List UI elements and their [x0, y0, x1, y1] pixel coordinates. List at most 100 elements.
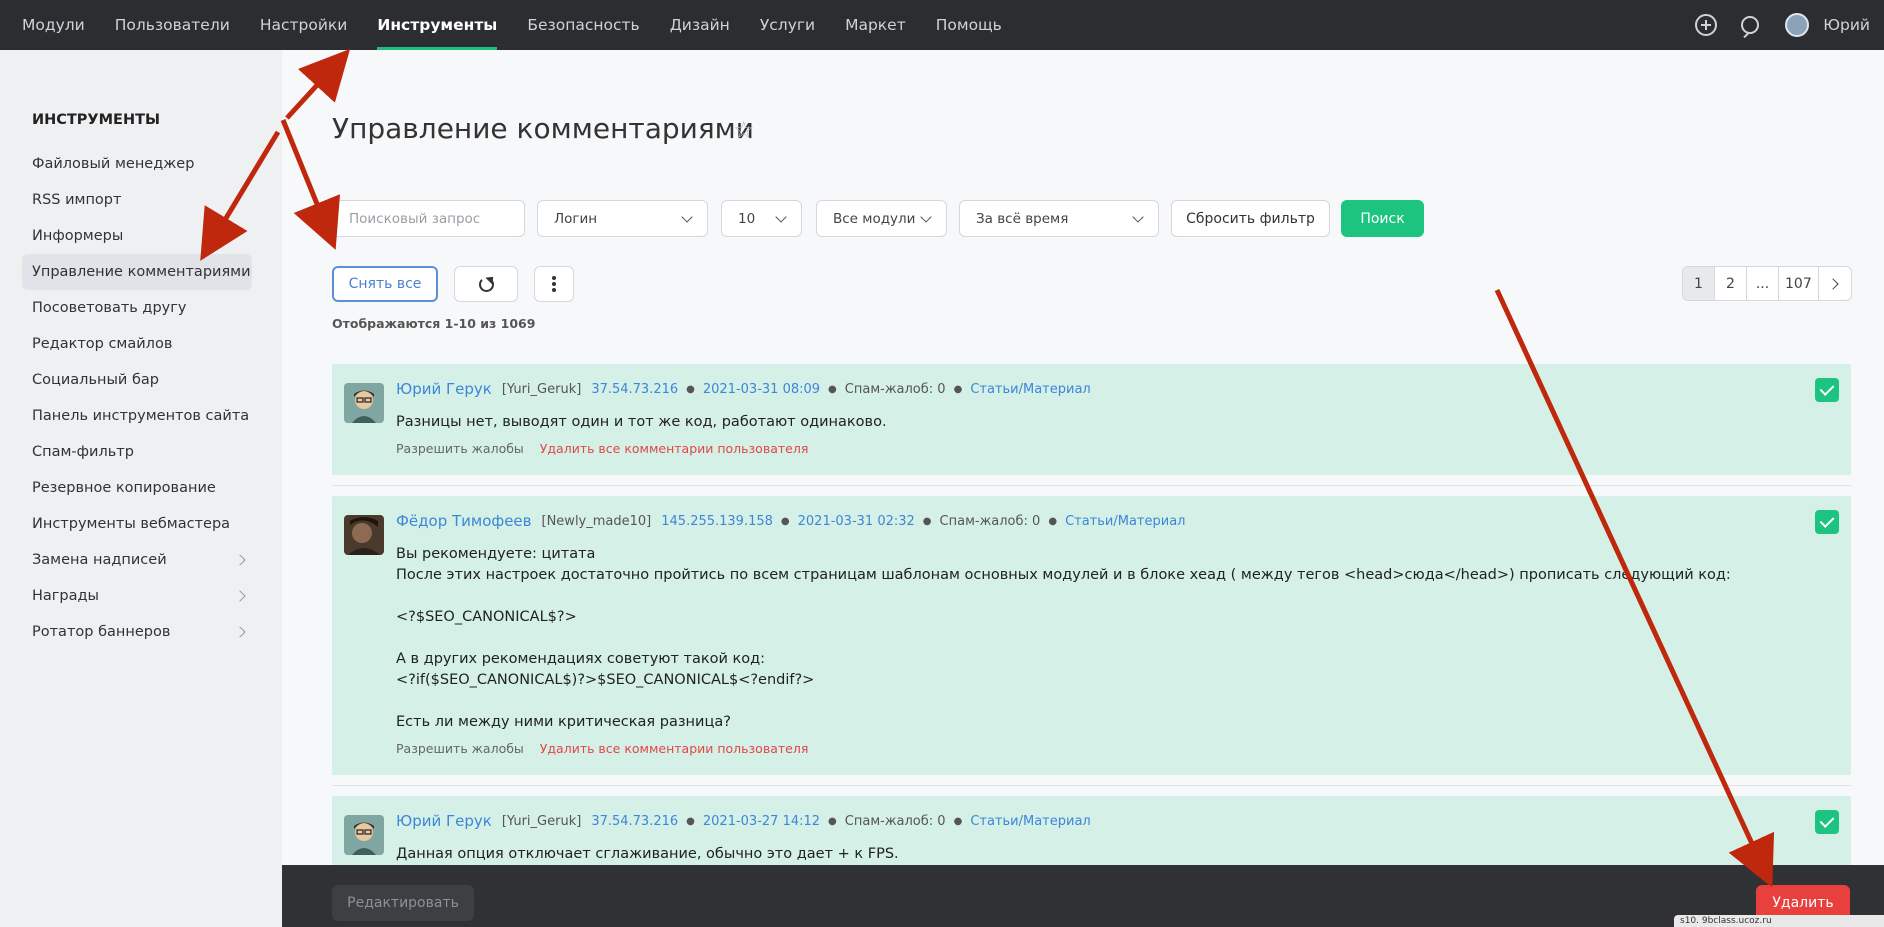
chevron-right-icon — [234, 626, 246, 638]
author-login: [Newly_made10] — [541, 513, 652, 529]
unselect-all-button[interactable]: Снять все — [332, 266, 438, 302]
period-select[interactable]: За всё время — [959, 200, 1159, 237]
author-login: [Yuri_Geruk] — [501, 381, 582, 397]
sidebar-item-file-manager[interactable]: Файловый менеджер — [22, 146, 252, 182]
comment-checkbox[interactable] — [1815, 378, 1839, 402]
refresh-button[interactable] — [454, 266, 518, 302]
chevron-right-icon — [234, 554, 246, 566]
topnav-item-services[interactable]: Услуги — [760, 0, 815, 50]
comment-checkbox[interactable] — [1815, 810, 1839, 834]
page-link[interactable]: 2 — [1715, 267, 1747, 300]
results-count: Отображаются 1-10 из 1069 — [332, 316, 536, 331]
author-name-link[interactable]: Юрий Герук — [396, 380, 492, 398]
author-name-link[interactable]: Юрий Герук — [396, 812, 492, 830]
category-link[interactable]: Статьи/Материал — [970, 382, 1090, 397]
sidebar-item-label: Инструменты вебмастера — [32, 516, 231, 532]
datetime-link[interactable]: 2021-03-31 08:09 — [703, 382, 820, 397]
category-link[interactable]: Статьи/Материал — [1065, 514, 1185, 529]
sidebar-item-smiles-editor[interactable]: Редактор смайлов — [22, 326, 252, 362]
top-nav-menu: Модули Пользователи Настройки Инструмент… — [0, 0, 1032, 50]
ip-link[interactable]: 145.255.139.158 — [661, 514, 773, 529]
search-input[interactable]: Поисковый запрос — [332, 200, 525, 237]
separator-dot-icon: ● — [1048, 515, 1058, 527]
pagination: 1 2 ... 107 — [1682, 266, 1852, 301]
next-page-button[interactable] — [1819, 267, 1851, 300]
topbar-actions: Юрий — [1695, 0, 1884, 50]
page-ellipsis: ... — [1747, 267, 1779, 300]
login-select[interactable]: Логин — [537, 200, 708, 237]
more-vertical-icon — [552, 276, 556, 292]
star-icon[interactable]: ☆ — [733, 116, 755, 144]
more-actions-button[interactable] — [534, 266, 574, 302]
sidebar-item-label: Награды — [32, 588, 99, 604]
sidebar-item-rss-import[interactable]: RSS импорт — [22, 182, 252, 218]
topnav-item-security[interactable]: Безопасность — [527, 0, 639, 50]
allow-complaints-link[interactable]: Разрешить жалобы — [396, 441, 524, 456]
modules-select[interactable]: Все модули — [816, 200, 947, 237]
delete-all-user-comments-link[interactable]: Удалить все комментарии пользователя — [540, 741, 809, 756]
spam-count: Спам-жалоб: 0 — [844, 381, 946, 397]
user-name[interactable]: Юрий — [1823, 16, 1870, 34]
sidebar-item-label: Социальный бар — [32, 372, 159, 388]
topnav-item-settings[interactable]: Настройки — [260, 0, 348, 50]
modules-select-value: Все модули — [833, 210, 916, 227]
comment-text: Данная опция отключает сглаживание, обыч… — [396, 846, 899, 862]
sidebar-item-awards[interactable]: Награды — [22, 578, 252, 614]
ip-link[interactable]: 37.54.73.216 — [591, 382, 678, 397]
separator-dot-icon: ● — [953, 383, 963, 395]
author-login: [Yuri_Geruk] — [501, 813, 582, 829]
topnav-item-tools[interactable]: Инструменты — [377, 0, 497, 50]
spam-count: Спам-жалоб: 0 — [939, 513, 1041, 529]
sidebar-item-backup[interactable]: Резервное копирование — [22, 470, 252, 506]
chevron-down-icon — [775, 211, 787, 223]
bottom-action-bar: Редактировать Удалить s10. 9bclass.ucoz.… — [282, 865, 1884, 927]
comment-checkbox[interactable] — [1815, 510, 1839, 534]
page-title: Управление комментариями — [332, 112, 754, 145]
author-avatar[interactable] — [344, 515, 384, 555]
separator-dot-icon: ● — [686, 383, 695, 395]
search-icon[interactable] — [1741, 16, 1760, 34]
category-link[interactable]: Статьи/Материал — [970, 814, 1090, 829]
sidebar-item-comments-management[interactable]: Управление комментариями — [22, 254, 252, 290]
author-avatar[interactable] — [344, 383, 384, 423]
sidebar-item-label: Панель инструментов сайта — [32, 408, 250, 424]
topnav-item-design[interactable]: Дизайн — [670, 0, 730, 50]
datetime-link[interactable]: 2021-03-31 02:32 — [798, 514, 915, 529]
search-button[interactable]: Поиск — [1341, 200, 1424, 237]
delete-all-user-comments-link[interactable]: Удалить все комментарии пользователя — [540, 441, 809, 456]
arrow-to-tools-tab — [285, 48, 351, 120]
datetime-link[interactable]: 2021-03-27 14:12 — [703, 814, 820, 829]
sidebar-item-site-toolbar[interactable]: Панель инструментов сайта — [22, 398, 252, 434]
comment-item: Юрий Герук [Yuri_Geruk] 37.54.73.216 ● 2… — [332, 364, 1851, 475]
topnav-item-modules[interactable]: Модули — [22, 0, 85, 50]
sidebar-item-banner-rotator[interactable]: Ротатор баннеров — [22, 614, 252, 650]
top-navigation-bar: Модули Пользователи Настройки Инструмент… — [0, 0, 1884, 50]
per-page-select[interactable]: 10 — [721, 200, 802, 237]
sidebar-item-social-bar[interactable]: Социальный бар — [22, 362, 252, 398]
sidebar-title: ИНСТРУМЕНТЫ — [32, 112, 160, 128]
sidebar-item-spam-filter[interactable]: Спам-фильтр — [22, 434, 252, 470]
arrow-to-unselect-button — [280, 119, 341, 250]
topnav-item-users[interactable]: Пользователи — [115, 0, 230, 50]
allow-complaints-link[interactable]: Разрешить жалобы — [396, 741, 524, 756]
user-avatar[interactable] — [1785, 13, 1810, 37]
reset-filter-button[interactable]: Сбросить фильтр — [1171, 200, 1330, 237]
topnav-item-help[interactable]: Помощь — [936, 0, 1002, 50]
sidebar-item-label: Информеры — [32, 228, 124, 244]
ip-link[interactable]: 37.54.73.216 — [591, 814, 678, 829]
author-name-link[interactable]: Фёдор Тимофеев — [396, 512, 532, 530]
edit-button[interactable]: Редактировать — [332, 885, 474, 921]
spam-count: Спам-жалоб: 0 — [844, 813, 946, 829]
author-avatar[interactable] — [344, 815, 384, 855]
sidebar-menu: Файловый менеджер RSS импорт Информеры У… — [22, 146, 252, 650]
page-link[interactable]: 1 — [1683, 267, 1715, 300]
sidebar-item-webmaster-tools[interactable]: Инструменты вебмастера — [22, 506, 252, 542]
sidebar-item-text-replace[interactable]: Замена надписей — [22, 542, 252, 578]
sidebar-item-recommend-friend[interactable]: Посоветовать другу — [22, 290, 252, 326]
topnav-item-market[interactable]: Маркет — [845, 0, 906, 50]
sidebar-item-informers[interactable]: Информеры — [22, 218, 252, 254]
add-icon[interactable] — [1695, 14, 1718, 36]
comment-text: Вы рекомендуете: цитата После этих настр… — [396, 546, 1731, 730]
comment-text: Разницы нет, выводят один и тот же код, … — [396, 414, 887, 430]
page-link[interactable]: 107 — [1779, 267, 1819, 300]
